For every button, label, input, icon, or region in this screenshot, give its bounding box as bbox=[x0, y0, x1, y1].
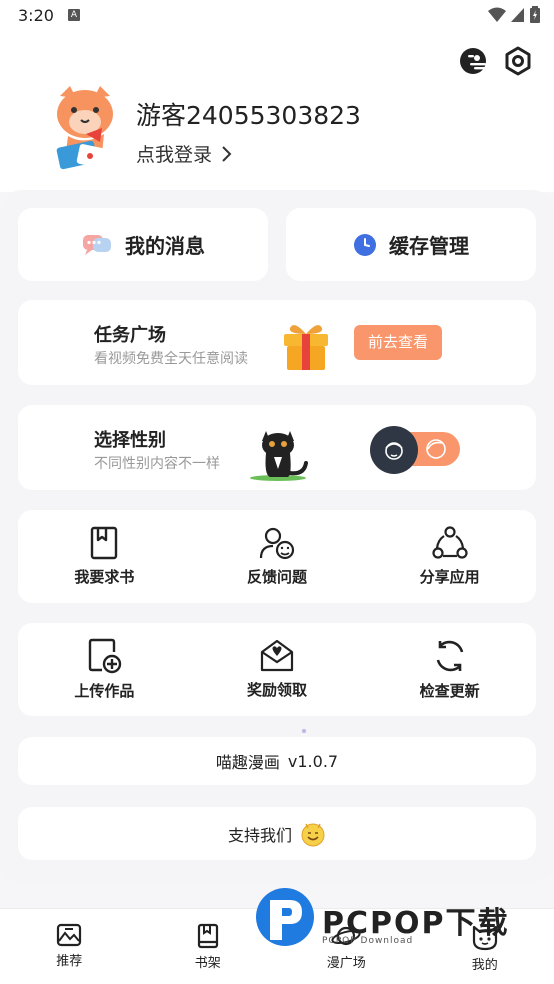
tab-bookshelf[interactable]: 书架 bbox=[153, 909, 263, 984]
bottom-tab-bar: 推荐 书架 漫广场 我的 bbox=[0, 908, 554, 984]
app-name: 喵趣漫画 bbox=[215, 753, 280, 772]
notification-icon: A bbox=[68, 9, 80, 21]
clock-icon bbox=[354, 233, 376, 256]
toggle-knob bbox=[370, 426, 418, 474]
status-time: 3:20 bbox=[18, 6, 54, 25]
messages-card[interactable]: 我的消息 bbox=[18, 208, 268, 281]
check-update-label: 检查更新 bbox=[419, 682, 480, 700]
tab-recommend[interactable]: 推荐 bbox=[14, 909, 124, 984]
smiley-icon bbox=[301, 823, 325, 846]
support-us-button[interactable]: 支持我们 bbox=[18, 807, 536, 860]
feedback-icon bbox=[259, 527, 295, 560]
wifi-icon bbox=[488, 7, 506, 22]
chevron-right-icon bbox=[222, 145, 232, 162]
tab-comic-square-label: 漫广场 bbox=[326, 956, 366, 971]
particle bbox=[302, 729, 306, 733]
black-cat-icon bbox=[250, 431, 308, 481]
app-version: v1.0.7 bbox=[287, 751, 339, 771]
share-app-button[interactable]: 分享应用 bbox=[370, 526, 530, 587]
gender-subtitle: 不同性别内容不一样 bbox=[94, 456, 220, 472]
share-icon bbox=[432, 526, 468, 559]
upload-icon bbox=[89, 638, 122, 674]
request-book-label: 我要求书 bbox=[74, 568, 135, 586]
female-face-icon bbox=[426, 439, 446, 459]
task-square-card[interactable]: 任务广场 看视频免费全天任意阅读 前去查看 bbox=[18, 300, 536, 385]
signal-icon bbox=[511, 7, 524, 22]
planet-icon bbox=[331, 926, 361, 946]
chat-bubbles-icon bbox=[83, 234, 111, 255]
upload-work-label: 上传作品 bbox=[74, 682, 135, 700]
gift-icon bbox=[284, 325, 328, 370]
book-request-icon bbox=[91, 526, 118, 560]
user-name: 游客24055303823 bbox=[136, 101, 361, 130]
tab-bookshelf-label: 书架 bbox=[194, 956, 221, 971]
tools-row-1: 我要求书 反馈问题 分享应用 bbox=[18, 510, 536, 603]
feedback-label: 反馈问题 bbox=[246, 568, 307, 586]
check-update-button[interactable]: 检查更新 bbox=[370, 638, 530, 701]
battery-icon bbox=[530, 6, 540, 23]
male-face-icon bbox=[385, 442, 403, 460]
reward-icon bbox=[260, 639, 294, 672]
cache-card[interactable]: 缓存管理 bbox=[286, 208, 536, 281]
gender-title: 选择性别 bbox=[94, 430, 166, 451]
support-label: 支持我们 bbox=[227, 825, 292, 845]
view-tasks-button[interactable]: 前去查看 bbox=[354, 325, 442, 360]
recommend-icon bbox=[57, 923, 82, 947]
gender-toggle[interactable] bbox=[370, 426, 460, 474]
login-link[interactable]: 点我登录 bbox=[136, 140, 232, 167]
refresh-icon bbox=[436, 640, 463, 672]
request-book-button[interactable]: 我要求书 bbox=[24, 526, 184, 587]
tab-recommend-label: 推荐 bbox=[56, 954, 83, 969]
gender-card: 选择性别 不同性别内容不一样 bbox=[18, 405, 536, 490]
cat-face-icon bbox=[472, 925, 497, 951]
share-app-label: 分享应用 bbox=[419, 568, 480, 586]
settings-icon[interactable] bbox=[503, 46, 533, 76]
bookshelf-icon bbox=[197, 923, 218, 949]
reward-claim-button[interactable]: 奖励领取 bbox=[197, 639, 357, 700]
profile-header: 游客24055303823 点我登录 bbox=[0, 32, 554, 192]
tab-mine-label: 我的 bbox=[471, 958, 498, 973]
tab-mine[interactable]: 我的 bbox=[430, 909, 540, 984]
login-label: 点我登录 bbox=[136, 144, 213, 166]
messages-label: 我的消息 bbox=[125, 234, 205, 258]
avatar[interactable] bbox=[52, 84, 118, 170]
cache-label: 缓存管理 bbox=[389, 234, 469, 258]
system-icons bbox=[488, 6, 540, 23]
feedback-button[interactable]: 反馈问题 bbox=[197, 526, 357, 587]
task-subtitle: 看视频免费全天任意阅读 bbox=[94, 351, 248, 367]
tools-row-2: 上传作品 奖励领取 检查更新 bbox=[18, 623, 536, 716]
night-mode-icon[interactable] bbox=[458, 46, 488, 76]
reward-claim-label: 奖励领取 bbox=[246, 681, 307, 699]
upload-work-button[interactable]: 上传作品 bbox=[24, 638, 184, 701]
status-bar: 3:20 A bbox=[0, 0, 554, 32]
task-title: 任务广场 bbox=[94, 325, 166, 346]
tab-comic-square[interactable]: 漫广场 bbox=[291, 909, 401, 984]
version-row: 喵趣漫画 v1.0.7 bbox=[18, 737, 536, 785]
